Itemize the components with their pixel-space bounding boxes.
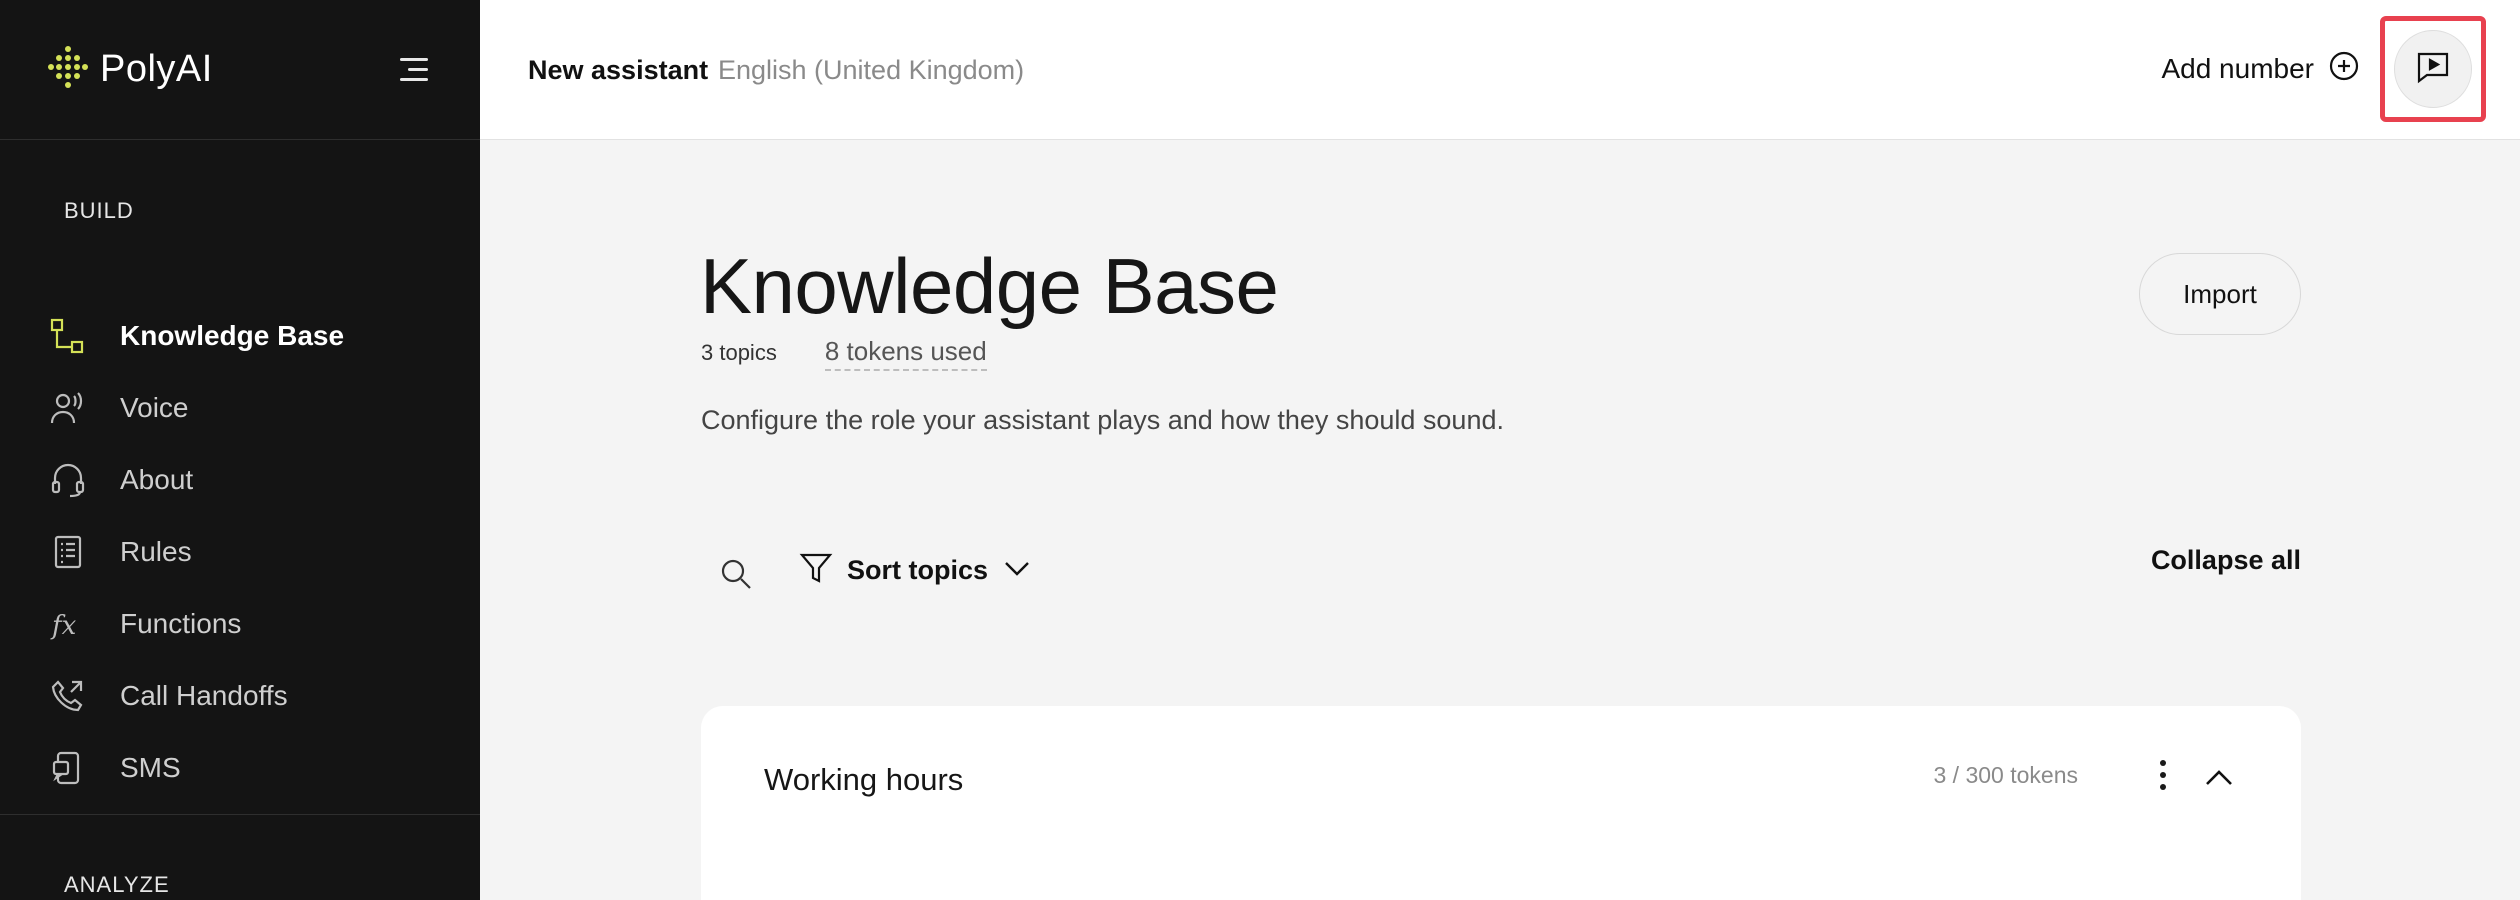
knowledge-base-icon [50,318,86,354]
sms-icon [50,750,86,786]
sidebar-header: PolyAI [0,0,480,140]
svg-text:fx: fx [50,611,77,641]
section-title-build: BUILD [64,198,134,223]
sidebar-item-label: Rules [120,536,192,567]
page-meta: 3 topics 8 tokens used [701,336,987,371]
sort-topics-label: Sort topics [847,555,989,585]
topic-card: Working hours 3 / 300 tokens [701,706,2301,900]
sidebar-item-voice[interactable]: Voice [0,372,480,444]
topics-toolbar: Sort topics Collapse all [701,545,2301,605]
voice-icon [50,390,86,426]
topic-token-count: 3 / 300 tokens [1933,762,2079,788]
add-number-button[interactable]: Add number [2161,50,2360,87]
sidebar-item-sms[interactable]: SMS [0,732,480,804]
main-content: Knowledge Base 3 topics 8 tokens used Co… [480,141,2520,900]
sidebar-item-label: Voice [120,392,189,423]
chevron-down-icon [1002,553,1032,588]
section-title-analyze: ANALYZE [64,872,170,897]
sidebar-divider [0,814,480,815]
sidebar-item-call-handoffs[interactable]: Call Handoffs [0,660,480,732]
logo-text: PolyAI [100,48,213,90]
sidebar: PolyAI BUILD Knowledge Base Voice About [0,0,480,900]
topic-title[interactable]: Working hours [764,762,963,798]
assistant-language: English (United Kingdom) [718,55,1025,85]
sidebar-item-label: Functions [120,608,242,639]
test-chat-button[interactable] [2394,30,2472,108]
menu-toggle-button[interactable] [400,56,428,84]
import-button[interactable]: Import [2139,253,2301,335]
topics-count: 3 topics [701,340,777,365]
chevron-up-icon[interactable] [2204,764,2234,799]
page-title: Knowledge Base [700,242,1279,330]
more-options-icon[interactable] [2157,760,2169,790]
assistant-name[interactable]: New assistant [528,55,708,86]
collapse-all-button[interactable]: Collapse all [2151,545,2301,576]
sidebar-item-label: About [120,464,194,495]
search-icon[interactable] [719,557,753,596]
polyai-logo-icon [48,45,88,94]
rules-icon [50,534,86,570]
logo[interactable]: PolyAI [48,45,213,94]
sidebar-item-rules[interactable]: Rules [0,516,480,588]
sidebar-item-label: Call Handoffs [120,680,288,711]
top-bar: New assistant English (United Kingdom) A… [480,0,2520,140]
phone-forward-icon [50,678,86,714]
sort-topics-dropdown[interactable]: Sort topics [799,551,1032,590]
sidebar-item-label: SMS [120,752,181,783]
headset-icon [50,462,86,498]
sidebar-item-knowledge-base[interactable]: Knowledge Base [0,300,480,372]
functions-icon: fx [50,606,86,642]
add-number-label: Add number [2161,52,2314,84]
chat-play-icon [2415,49,2451,90]
sidebar-nav: Knowledge Base Voice About Rules fx Func… [0,300,480,804]
plus-circle-icon [2328,50,2360,87]
sidebar-item-label: Knowledge Base [120,320,345,351]
sidebar-item-about[interactable]: About [0,444,480,516]
page-description: Configure the role your assistant plays … [701,405,1504,435]
sidebar-item-functions[interactable]: fx Functions [0,588,480,660]
tokens-used-link[interactable]: 8 tokens used [824,336,987,371]
filter-icon [799,551,833,590]
